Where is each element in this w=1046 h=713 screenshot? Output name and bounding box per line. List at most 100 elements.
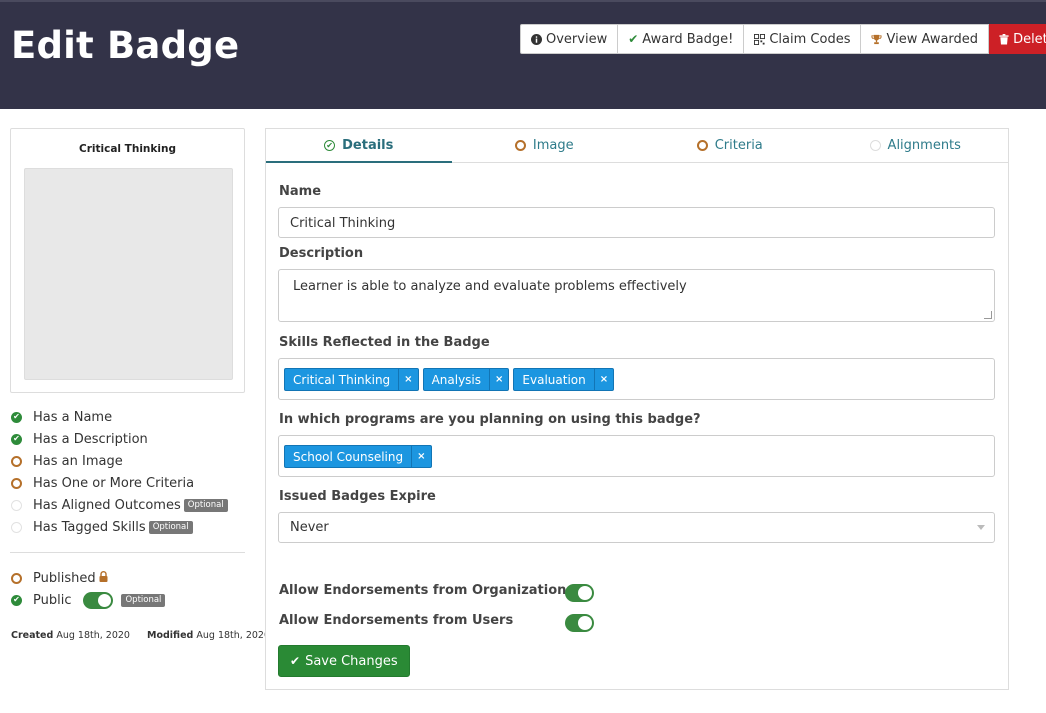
program-tag: School Counseling × (284, 445, 432, 468)
info-circle-icon (531, 33, 542, 45)
circle-empty-icon (11, 521, 22, 533)
tab-image[interactable]: Image (452, 129, 638, 162)
published-label: Published (33, 570, 96, 586)
circle-empty-icon (869, 140, 881, 151)
checklist-label: Has a Name (33, 409, 113, 425)
endorse-users-label: Allow Endorsements from Users (279, 613, 514, 628)
check-circle-icon: ✔ (324, 140, 336, 151)
edit-panel: ✔ Details Image Criteria Alignments Name… (265, 128, 1009, 690)
remove-tag-icon[interactable]: × (593, 369, 613, 390)
badge-checklist: ✔ Has a Name ✔ Has a Description Has an … (11, 406, 228, 538)
delete-button[interactable]: Delete (989, 24, 1046, 54)
tag-label: School Counseling (293, 449, 404, 464)
claim-codes-label: Claim Codes (769, 31, 851, 47)
optional-badge: Optional (183, 498, 228, 512)
badge-dates: Created Aug 18th, 2020 Modified Aug 18th… (11, 630, 270, 641)
save-changes-button[interactable]: ✔ Save Changes (278, 645, 410, 677)
page-title: Edit Badge (11, 24, 240, 67)
programs-label: In which programs are you planning on us… (279, 412, 701, 427)
created-label: Created (11, 630, 54, 641)
tab-label: Criteria (714, 138, 763, 153)
checklist-label: Has a Description (33, 431, 148, 447)
skill-tag: Evaluation × (513, 368, 615, 391)
save-changes-label: Save Changes (305, 653, 398, 669)
remove-tag-icon[interactable]: × (398, 369, 417, 390)
page-header: Edit Badge Overview ✔ Award Badge! Claim… (0, 0, 1046, 109)
tag-label: Critical Thinking (293, 372, 391, 387)
badge-preview-title: Critical Thinking (79, 143, 176, 155)
remove-tag-icon[interactable]: × (489, 369, 508, 390)
published-status: Published (11, 567, 165, 589)
tag-label: Evaluation (522, 372, 586, 387)
expire-value: Never (290, 520, 329, 535)
overview-button[interactable]: Overview (520, 24, 619, 54)
award-badge-label: Award Badge! (642, 31, 734, 47)
endorse-orgs-toggle[interactable] (565, 584, 594, 602)
expire-select[interactable]: Never (278, 512, 995, 543)
lock-icon (99, 571, 108, 585)
checklist-item-description: ✔ Has a Description (11, 428, 228, 450)
tag-label: Analysis (431, 372, 482, 387)
circle-outline-icon (11, 455, 22, 467)
chevron-down-icon (977, 525, 985, 530)
view-awarded-button[interactable]: View Awarded (861, 24, 990, 54)
circle-outline-icon (696, 140, 708, 151)
check-icon: ✔ (628, 32, 639, 46)
checklist-item-name: ✔ Has a Name (11, 406, 228, 428)
check-circle-icon: ✔ (11, 594, 22, 606)
trash-icon (999, 33, 1009, 45)
award-badge-button[interactable]: ✔ Award Badge! (618, 24, 745, 54)
badge-preview-card: Critical Thinking (10, 128, 245, 393)
tab-criteria[interactable]: Criteria (637, 129, 823, 162)
check-icon: ✔ (290, 654, 301, 668)
checklist-item-image: Has an Image (11, 450, 228, 472)
checklist-item-outcomes: Has Aligned Outcomes Optional (11, 494, 228, 516)
expire-label: Issued Badges Expire (279, 489, 436, 504)
circle-outline-icon (11, 477, 22, 489)
skill-tag: Analysis × (422, 368, 510, 391)
optional-badge: Optional (121, 593, 166, 607)
resize-handle-icon[interactable] (984, 311, 992, 319)
check-circle-icon: ✔ (11, 411, 22, 423)
view-awarded-label: View Awarded (886, 31, 979, 47)
endorse-orgs-label: Allow Endorsements from Organizations (279, 583, 575, 598)
name-input[interactable]: Critical Thinking (278, 207, 995, 238)
sidebar-divider (10, 552, 245, 553)
public-status: ✔ Public Optional (11, 589, 166, 611)
checklist-item-skills: Has Tagged Skills Optional (11, 516, 228, 538)
checklist-label: Has Tagged Skills (33, 519, 146, 535)
checklist-label: Has One or More Criteria (33, 475, 195, 491)
description-textarea[interactable]: Learner is able to analyze and evaluate … (278, 269, 995, 322)
tab-label: Image (532, 138, 574, 153)
claim-codes-button[interactable]: Claim Codes (744, 24, 862, 54)
badge-preview-image (24, 168, 233, 380)
tab-label: Alignments (887, 138, 961, 153)
check-circle-icon: ✔ (11, 433, 22, 445)
circle-outline-icon (11, 572, 22, 584)
skill-tag: Critical Thinking × (284, 368, 419, 391)
created-value: Aug 18th, 2020 (56, 630, 130, 641)
tab-label: Details (342, 138, 394, 153)
trophy-icon (871, 34, 883, 45)
public-toggle[interactable] (83, 591, 114, 609)
endorse-users-toggle[interactable] (565, 614, 594, 632)
programs-tag-input[interactable]: School Counseling × (278, 435, 995, 477)
overview-label: Overview (546, 31, 608, 47)
badge-status: Published ✔ Public Optional (11, 567, 166, 611)
checklist-label: Has Aligned Outcomes (33, 497, 181, 513)
header-actions: Overview ✔ Award Badge! Claim Codes View… (520, 24, 1046, 54)
tab-alignments[interactable]: Alignments (823, 129, 1009, 162)
checklist-label: Has an Image (33, 453, 123, 469)
remove-tag-icon[interactable]: × (411, 446, 430, 467)
public-label: Public (33, 592, 72, 608)
skills-tag-input[interactable]: Critical Thinking × Analysis × Evaluatio… (278, 358, 995, 400)
circle-outline-icon (514, 140, 526, 151)
name-label: Name (279, 184, 322, 199)
optional-badge: Optional (148, 520, 193, 534)
edit-tabs: ✔ Details Image Criteria Alignments (266, 129, 1008, 163)
modified-label: Modified (147, 630, 194, 641)
modified-value: Aug 18th, 2020 (196, 630, 270, 641)
description-label: Description (279, 246, 364, 261)
tab-details[interactable]: ✔ Details (266, 129, 452, 163)
checklist-item-criteria: Has One or More Criteria (11, 472, 228, 494)
